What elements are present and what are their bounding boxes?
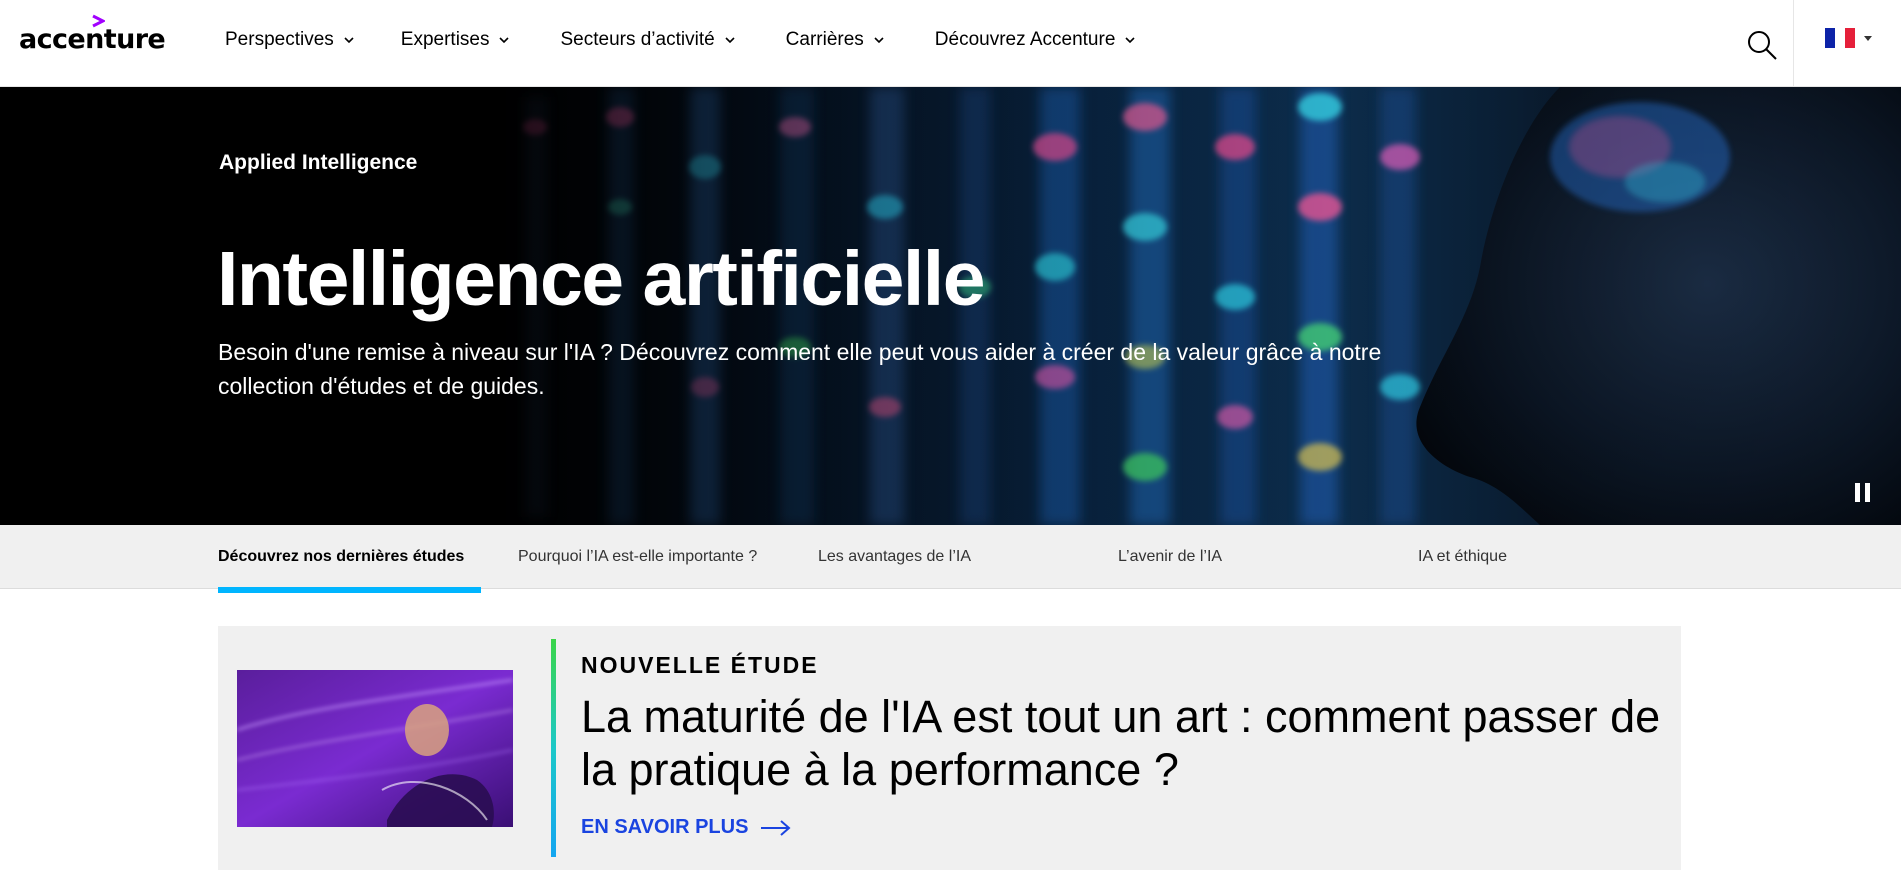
tab-avantages-ia[interactable]: Les avantages de l’IA (818, 548, 971, 566)
nav-label: Découvrez Accenture (934, 29, 1116, 50)
france-flag-icon (1825, 28, 1855, 48)
cta-label: EN SAVOIR PLUS (581, 816, 749, 838)
accenture-logo[interactable]: accenture (19, 14, 166, 55)
arrow-right-icon (761, 819, 791, 836)
chevron-down-icon (725, 37, 735, 44)
chevron-down-icon (874, 37, 884, 44)
nav-carrieres[interactable]: Carrières (786, 29, 885, 51)
pause-icon[interactable] (1852, 480, 1874, 506)
section-tabs: Découvrez nos dernières études Pourquoi … (0, 525, 1901, 589)
hero-banner: Applied Intelligence Intelligence artifi… (0, 87, 1901, 525)
chevron-down-icon (499, 37, 510, 44)
header-divider (1793, 0, 1794, 87)
active-tab-indicator (218, 587, 481, 593)
nav-expertises[interactable]: Expertises (401, 29, 511, 51)
tab-ia-ethique[interactable]: IA et éthique (1418, 548, 1507, 566)
hero-eyebrow: Applied Intelligence (219, 151, 418, 174)
language-selector[interactable] (1825, 28, 1872, 48)
nav-label: Carrières (785, 29, 864, 50)
nav-label: Secteurs d’activité (560, 29, 715, 50)
nav-secteurs[interactable]: Secteurs d’activité (560, 29, 735, 51)
search-icon[interactable] (1745, 28, 1779, 62)
feature-eyebrow: NOUVELLE ÉTUDE (581, 652, 819, 678)
logo-text: accenture (19, 24, 166, 55)
page: accenture Perspectives Expertises Secteu… (0, 0, 1901, 887)
accent-bar (551, 639, 556, 857)
nav-label: Perspectives (225, 29, 334, 50)
nav-label: Expertises (400, 29, 490, 50)
chevron-down-icon (1125, 37, 1135, 44)
violinist-image[interactable] (237, 670, 513, 827)
feature-title[interactable]: La maturité de l'IA est tout un art : co… (581, 690, 1671, 796)
chevron-down-icon (344, 37, 354, 44)
main-nav: Perspectives Expertises Secteurs d’activ… (225, 0, 1136, 80)
feature-card: NOUVELLE ÉTUDE La maturité de l'IA est t… (218, 626, 1681, 870)
logo-chevron-icon (92, 14, 105, 28)
learn-more-link[interactable]: EN SAVOIR PLUS (581, 816, 792, 839)
site-header: accenture Perspectives Expertises Secteu… (0, 0, 1901, 87)
nav-decouvrez-accenture[interactable]: Découvrez Accenture (935, 29, 1137, 51)
nav-perspectives[interactable]: Perspectives (225, 29, 355, 51)
hero-description: Besoin d'une remise à niveau sur l'IA ? … (218, 339, 1382, 399)
tab-pourquoi-ia[interactable]: Pourquoi l’IA est-elle importante ? (518, 548, 757, 566)
tab-dernieres-etudes[interactable]: Découvrez nos dernières études (218, 548, 464, 566)
hero-title: Intelligence artificielle (217, 236, 986, 322)
caret-down-icon (1864, 35, 1872, 41)
tab-avenir-ia[interactable]: L’avenir de l’IA (1118, 548, 1222, 566)
